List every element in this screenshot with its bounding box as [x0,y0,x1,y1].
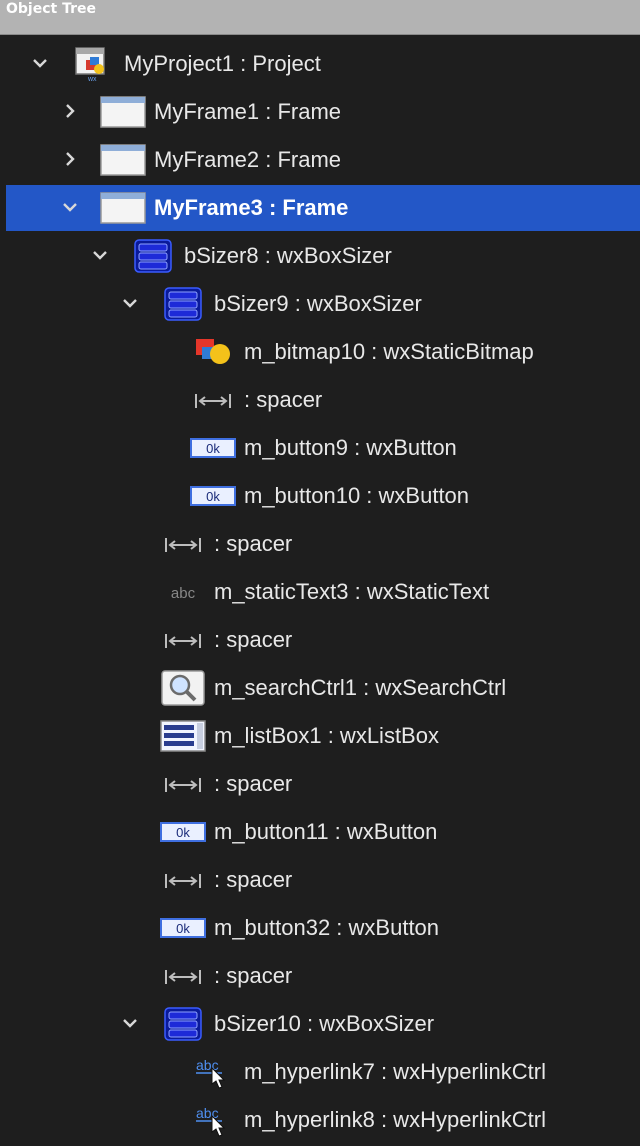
spacer-icon [160,958,206,994]
tree-item-label: : spacer [214,771,293,796]
svg-text:0k: 0k [176,825,190,840]
static-bitmap-icon [190,334,236,370]
spacer-icon [160,526,206,562]
tree-item-label: bSizer8 : wxBoxSizer [184,243,392,268]
tree-item[interactable]: m_searchCtrl1 : wxSearchCtrl [6,665,640,711]
tree-item-label: : spacer [214,627,293,652]
tree-item-label: MyFrame3 : Frame [154,195,349,220]
spacer-icon [160,862,206,898]
panel-header: Object Tree [0,0,640,35]
tree-item[interactable]: 0k m_button10 : wxButton [6,473,640,519]
tree-item[interactable]: abc m_hyperlink7 : wxHyperlinkCtrl [6,1049,640,1095]
tree-item-label: bSizer10 : wxBoxSizer [214,1011,435,1036]
svg-text:0k: 0k [206,441,220,456]
svg-text:0k: 0k [176,921,190,936]
tree-item-label: : spacer [214,531,293,556]
tree-item[interactable]: m_bitmap10 : wxStaticBitmap [6,329,640,375]
tree-item-label: bSizer9 : wxBoxSizer [214,291,422,316]
tree-item-label: m_staticText3 : wxStaticText [214,579,490,604]
tree-item-label: : spacer [244,387,323,412]
tree-item[interactable]: MyFrame3 : Frame [6,185,640,231]
chevron-down-icon[interactable] [58,195,82,219]
tree-item-label: MyFrame1 : Frame [154,99,342,124]
project-icon: wx [70,46,116,83]
tree-item-label: m_hyperlink7 : wxHyperlinkCtrl [244,1059,546,1084]
tree-item[interactable]: bSizer8 : wxBoxSizer [6,233,640,279]
tree-item[interactable]: bSizer10 : wxBoxSizer [6,1001,640,1047]
box-sizer-icon [160,1006,206,1042]
tree-item-label: : spacer [214,963,293,988]
static-text-icon: abc [160,574,206,610]
tree-item[interactable]: : spacer [6,617,640,663]
tree-item-label: MyFrame2 : Frame [154,147,342,172]
svg-text:wx: wx [87,76,97,82]
tree-item-label: MyProject1 : Project [124,51,321,76]
tree-item[interactable]: MyFrame2 : Frame [6,137,640,183]
panel-title: Object Tree [6,1,96,17]
tree-item[interactable]: 0k m_button9 : wxButton [6,425,640,471]
tree-item-label: : spacer [214,867,293,892]
chevron-down-icon[interactable] [28,51,52,75]
hyperlink-icon: abc [190,1102,236,1138]
svg-text:abc: abc [171,585,196,602]
tree-item-label: m_button11 : wxButton [214,819,438,844]
tree-item[interactable]: MyFrame1 : Frame [6,89,640,135]
tree-item[interactable]: : spacer [6,857,640,903]
tree-item-label: m_button32 : wxButton [214,915,440,940]
tree-item[interactable]: 0k m_button11 : wxButton [6,809,640,855]
tree-item[interactable]: abc m_hyperlink8 : wxHyperlinkCtrl [6,1097,640,1143]
tree-item-label: m_button9 : wxButton [244,435,457,460]
frame-icon [100,94,146,130]
tree-item[interactable]: bSizer9 : wxBoxSizer [6,281,640,327]
tree-item-label: m_button10 : wxButton [244,483,470,508]
chevron-right-icon[interactable] [58,147,82,171]
tree-item[interactable]: : spacer [6,953,640,999]
chevron-down-icon[interactable] [118,291,142,315]
tree-item[interactable]: m_listBox1 : wxListBox [6,713,640,759]
tree-item[interactable]: abc m_staticText3 : wxStaticText [6,569,640,615]
tree-item[interactable]: : spacer [6,377,640,423]
tree-item-label: m_bitmap10 : wxStaticBitmap [244,339,534,364]
svg-text:0k: 0k [206,489,220,504]
tree-item[interactable]: : spacer [6,761,640,807]
button-icon: 0k [160,814,206,850]
hyperlink-icon: abc [190,1054,236,1090]
chevron-down-icon[interactable] [118,1011,142,1035]
frame-icon [100,142,146,178]
tree-item-label: m_hyperlink8 : wxHyperlinkCtrl [244,1107,546,1132]
object-tree[interactable]: wx MyProject1 : Project MyFrame1 : Frame My… [6,36,640,1146]
spacer-icon [160,766,206,802]
spacer-icon [190,382,236,418]
button-icon: 0k [190,478,236,514]
box-sizer-icon [160,286,206,322]
chevron-right-icon[interactable] [58,99,82,123]
tree-item[interactable]: : spacer [6,521,640,567]
box-sizer-icon [130,238,176,274]
chevron-down-icon[interactable] [88,243,112,267]
search-ctrl-icon [160,670,206,706]
frame-icon [100,190,146,226]
tree-item[interactable]: 0k m_button32 : wxButton [6,905,640,951]
button-icon: 0k [160,910,206,946]
tree-item[interactable]: wx MyProject1 : Project [6,41,640,87]
tree-item-label: m_listBox1 : wxListBox [214,723,439,748]
spacer-icon [160,622,206,658]
button-icon: 0k [190,430,236,466]
tree-item-label: m_searchCtrl1 : wxSearchCtrl [214,675,507,700]
list-box-icon [160,718,206,754]
